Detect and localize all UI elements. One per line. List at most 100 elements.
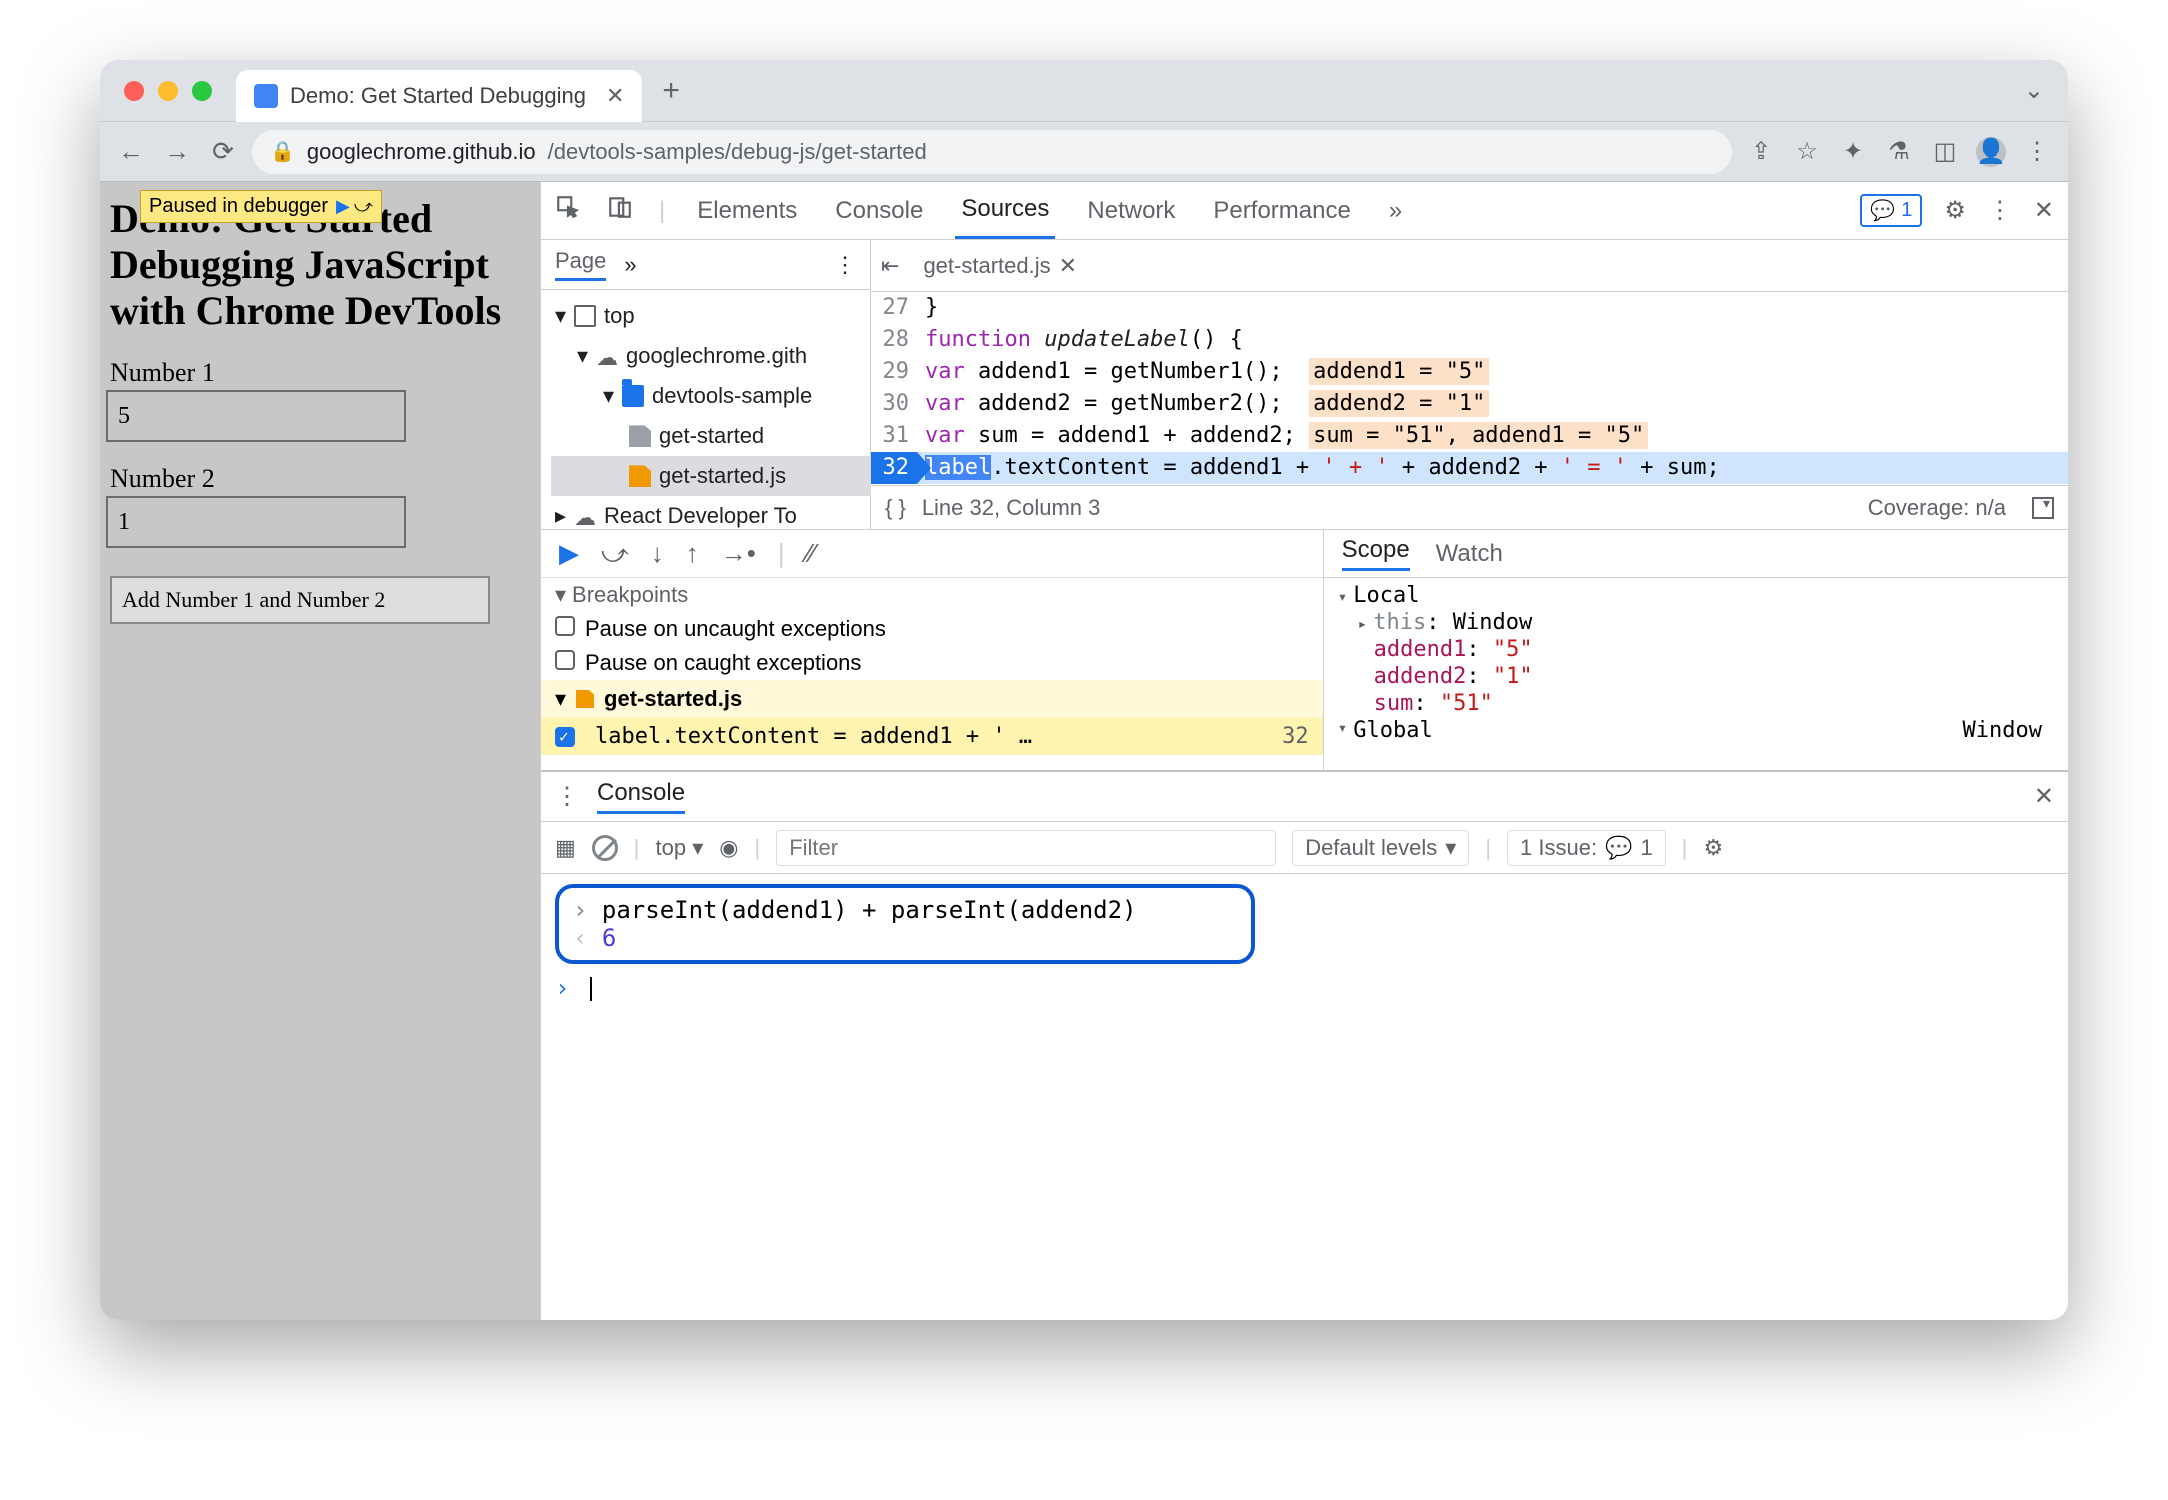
url-domain: googlechrome.github.io — [307, 139, 536, 165]
tree-react-ext[interactable]: ▸React Developer To — [551, 496, 871, 529]
navigator-more-icon[interactable]: » — [624, 252, 636, 278]
url-path: /devtools-samples/debug-js/get-started — [548, 139, 927, 165]
scope-this[interactable]: this: Window — [1324, 609, 2068, 636]
tab-title: Demo: Get Started Debugging — [290, 83, 586, 109]
tab-sources[interactable]: Sources — [955, 182, 1055, 239]
console-close-icon[interactable]: ✕ — [2034, 782, 2054, 811]
console-output-line: 6 — [573, 924, 1237, 952]
reload-button[interactable]: ⟳ — [206, 135, 240, 169]
pause-caught-row[interactable]: Pause on caught exceptions — [541, 646, 1323, 680]
watch-tab[interactable]: Watch — [1436, 540, 1503, 568]
console-filter-input[interactable] — [776, 830, 1276, 866]
extensions-icon[interactable]: ✦ — [1836, 135, 1870, 169]
console-issues-button[interactable]: 1 Issue: 💬 1 — [1507, 830, 1666, 866]
num1-label: Number 1 — [110, 358, 534, 388]
navigator-menu-icon[interactable]: ⋮ — [834, 252, 856, 278]
overlay-step-icon[interactable]: ⤻ — [354, 196, 373, 217]
log-levels-dropdown[interactable]: Default levels ▾ — [1292, 830, 1469, 866]
scope-pane: Scope Watch Local this: Window addend1: … — [1324, 530, 2068, 770]
browser-toolbar: ← → ⟳ 🔒 googlechrome.github.io/devtools-… — [100, 122, 2068, 182]
tabs-more-icon[interactable]: » — [1383, 182, 1408, 239]
sidepanel-icon[interactable]: ◫ — [1928, 135, 1962, 169]
tab-network[interactable]: Network — [1081, 182, 1181, 239]
devtools-close-icon[interactable]: ✕ — [2034, 196, 2054, 225]
tab-console[interactable]: Console — [829, 182, 929, 239]
breakpoint-line-row[interactable]: label.textContent = addend1 + ' …32 — [541, 718, 1323, 755]
step-into-button[interactable]: ↓ — [651, 538, 664, 569]
console-settings-icon[interactable]: ⚙ — [1703, 835, 1723, 861]
console-prompt[interactable]: › — [555, 974, 2054, 1002]
tab-close-icon[interactable]: ✕ — [606, 83, 624, 109]
back-button[interactable]: ← — [114, 135, 148, 169]
console-sidebar-icon[interactable]: ▦ — [555, 835, 576, 861]
breakpoints-header[interactable]: ▾ Breakpoints — [555, 582, 1309, 608]
source-editor: ⇤ get-started.js✕ 27} 28function updateL… — [871, 240, 2068, 529]
resume-button[interactable]: ▶ — [559, 538, 579, 569]
tree-folder[interactable]: ▾devtools-sample — [551, 376, 871, 416]
num1-input[interactable] — [106, 390, 406, 442]
settings-icon[interactable]: ⚙ — [1944, 196, 1966, 225]
console-input-line: parseInt(addend1) + parseInt(addend2) — [573, 896, 1237, 924]
breakpoint-file-row[interactable]: ▾ get-started.js — [541, 680, 1323, 718]
scope-tab[interactable]: Scope — [1342, 536, 1410, 571]
window-minimize-button[interactable] — [158, 81, 178, 101]
coverage-menu-icon[interactable] — [2032, 497, 2054, 519]
cursor-position: Line 32, Column 3 — [922, 495, 1101, 521]
share-icon[interactable]: ⇪ — [1744, 135, 1778, 169]
tabs-overflow-icon[interactable]: ⌄ — [2024, 76, 2044, 105]
browser-tab[interactable]: Demo: Get Started Debugging ✕ — [236, 70, 642, 122]
chrome-menu-icon[interactable]: ⋮ — [2020, 135, 2054, 169]
checkbox-icon[interactable] — [555, 650, 575, 670]
editor-file-tab[interactable]: get-started.js✕ — [913, 253, 1087, 279]
checkbox-on-icon[interactable] — [555, 727, 575, 747]
profile-avatar[interactable]: 👤 — [1974, 135, 2008, 169]
inspect-icon[interactable] — [555, 194, 581, 227]
tree-origin[interactable]: ▾googlechrome.gith — [551, 336, 871, 376]
num2-label: Number 2 — [110, 464, 534, 494]
bookmark-icon[interactable]: ☆ — [1790, 135, 1824, 169]
editor-status-bar: { } Line 32, Column 3 Coverage: n/a — [871, 485, 2068, 529]
editor-sidebar-toggle-icon[interactable]: ⇤ — [881, 253, 899, 279]
labs-icon[interactable]: ⚗ — [1882, 135, 1916, 169]
tree-file-js[interactable]: get-started.js — [551, 456, 871, 496]
code-area[interactable]: 27} 28function updateLabel() { 29 var ad… — [871, 292, 2068, 485]
clear-console-icon[interactable] — [592, 835, 618, 861]
address-bar[interactable]: 🔒 googlechrome.github.io/devtools-sample… — [252, 130, 1732, 174]
window-close-button[interactable] — [124, 81, 144, 101]
debugger-toolbar: ▶ ⤻ ↓ ↑ →• | ⁄⁄ — [541, 530, 1323, 578]
navigator-page-tab[interactable]: Page — [555, 248, 606, 281]
coverage-label: Coverage: n/a — [1868, 495, 2006, 521]
step-over-button[interactable]: ⤻ — [601, 538, 629, 570]
forward-button[interactable]: → — [160, 135, 194, 169]
pretty-print-icon[interactable]: { } — [885, 495, 906, 521]
step-button[interactable]: →• — [721, 538, 756, 569]
page-content: Paused in debugger ▶⤻ Demo: Get Started … — [100, 182, 540, 1320]
step-out-button[interactable]: ↑ — [686, 538, 699, 569]
issues-badge[interactable]: 💬 1 — [1860, 194, 1922, 227]
num2-input[interactable] — [106, 496, 406, 548]
tab-elements[interactable]: Elements — [691, 182, 803, 239]
tree-top[interactable]: ▾top — [551, 296, 871, 336]
pause-uncaught-row[interactable]: Pause on uncaught exceptions — [541, 612, 1323, 646]
devtools-menu-icon[interactable]: ⋮ — [1988, 196, 2012, 225]
tree-file-html[interactable]: get-started — [551, 416, 871, 456]
tab-performance[interactable]: Performance — [1207, 182, 1356, 239]
overlay-resume-icon[interactable]: ▶ — [336, 196, 350, 217]
console-tab[interactable]: Console — [597, 779, 685, 814]
context-selector[interactable]: top ▾ — [656, 835, 704, 861]
deactivate-breakpoints-button[interactable]: ⁄⁄ — [807, 538, 816, 569]
scope-local[interactable]: Local — [1324, 582, 2068, 609]
console-drawer: ⋮ Console ✕ ▦ | top ▾ ◉ | Default levels… — [541, 772, 2068, 1320]
live-expression-icon[interactable]: ◉ — [719, 835, 738, 861]
devtools-tabbar: | Elements Console Sources Network Perfo… — [541, 182, 2068, 240]
console-highlight-box: parseInt(addend1) + parseInt(addend2) 6 — [555, 884, 1255, 964]
window-zoom-button[interactable] — [192, 81, 212, 101]
scope-global[interactable]: GlobalWindow — [1324, 717, 2068, 744]
editor-tab-close-icon[interactable]: ✕ — [1059, 253, 1077, 279]
device-toggle-icon[interactable] — [607, 194, 633, 227]
console-menu-icon[interactable]: ⋮ — [555, 782, 579, 811]
new-tab-button[interactable]: + — [662, 74, 680, 108]
add-button[interactable]: Add Number 1 and Number 2 — [110, 576, 490, 624]
sources-navigator: Page » ⋮ ▾top ▾googlechrome.gith ▾devtoo… — [541, 240, 871, 529]
checkbox-icon[interactable] — [555, 616, 575, 636]
